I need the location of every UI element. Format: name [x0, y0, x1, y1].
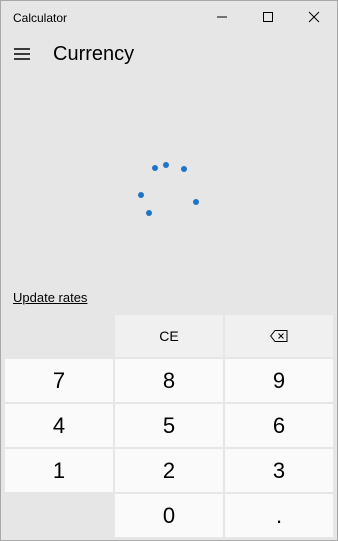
loading-spinner [1, 1, 337, 301]
two-button[interactable]: 2 [115, 449, 223, 492]
title-bar[interactable]: Calculator [1, 1, 337, 33]
maximize-icon [263, 12, 273, 22]
backspace-button[interactable] [225, 315, 333, 357]
update-rates-link[interactable]: Update rates [13, 290, 87, 305]
minimize-icon [217, 16, 227, 18]
minimize-button[interactable] [199, 1, 245, 33]
three-button[interactable]: 3 [225, 449, 333, 492]
backspace-icon [270, 330, 288, 342]
close-icon [308, 11, 320, 23]
decimal-button[interactable]: . [225, 494, 333, 537]
one-button[interactable]: 1 [5, 449, 113, 492]
maximize-button[interactable] [245, 1, 291, 33]
zero-button[interactable]: 0 [115, 494, 223, 537]
spinner-dot [163, 162, 169, 168]
eight-button[interactable]: 8 [115, 359, 223, 402]
six-button[interactable]: 6 [225, 404, 333, 447]
nine-button[interactable]: 9 [225, 359, 333, 402]
clear-entry-button[interactable]: CE [115, 315, 223, 357]
seven-button[interactable]: 7 [5, 359, 113, 402]
empty-slot [5, 315, 113, 357]
five-button[interactable]: 5 [115, 404, 223, 447]
calculator-window: Calculator Currency Update rates CE 7 8 … [0, 0, 338, 541]
app-title: Calculator [13, 11, 68, 25]
hamburger-menu-icon [14, 48, 30, 60]
spinner-dot [181, 166, 187, 172]
keypad: CE 7 8 9 4 5 6 1 2 3 0 . [5, 315, 335, 537]
spinner-dot [152, 165, 158, 171]
four-button[interactable]: 4 [5, 404, 113, 447]
spinner-dot [138, 192, 144, 198]
empty-slot [5, 494, 113, 537]
navigation-menu-button[interactable] [7, 39, 37, 69]
spinner-dot [193, 199, 199, 205]
mode-title: Currency [53, 43, 135, 65]
close-button[interactable] [291, 1, 337, 33]
spinner-dot [146, 210, 152, 216]
